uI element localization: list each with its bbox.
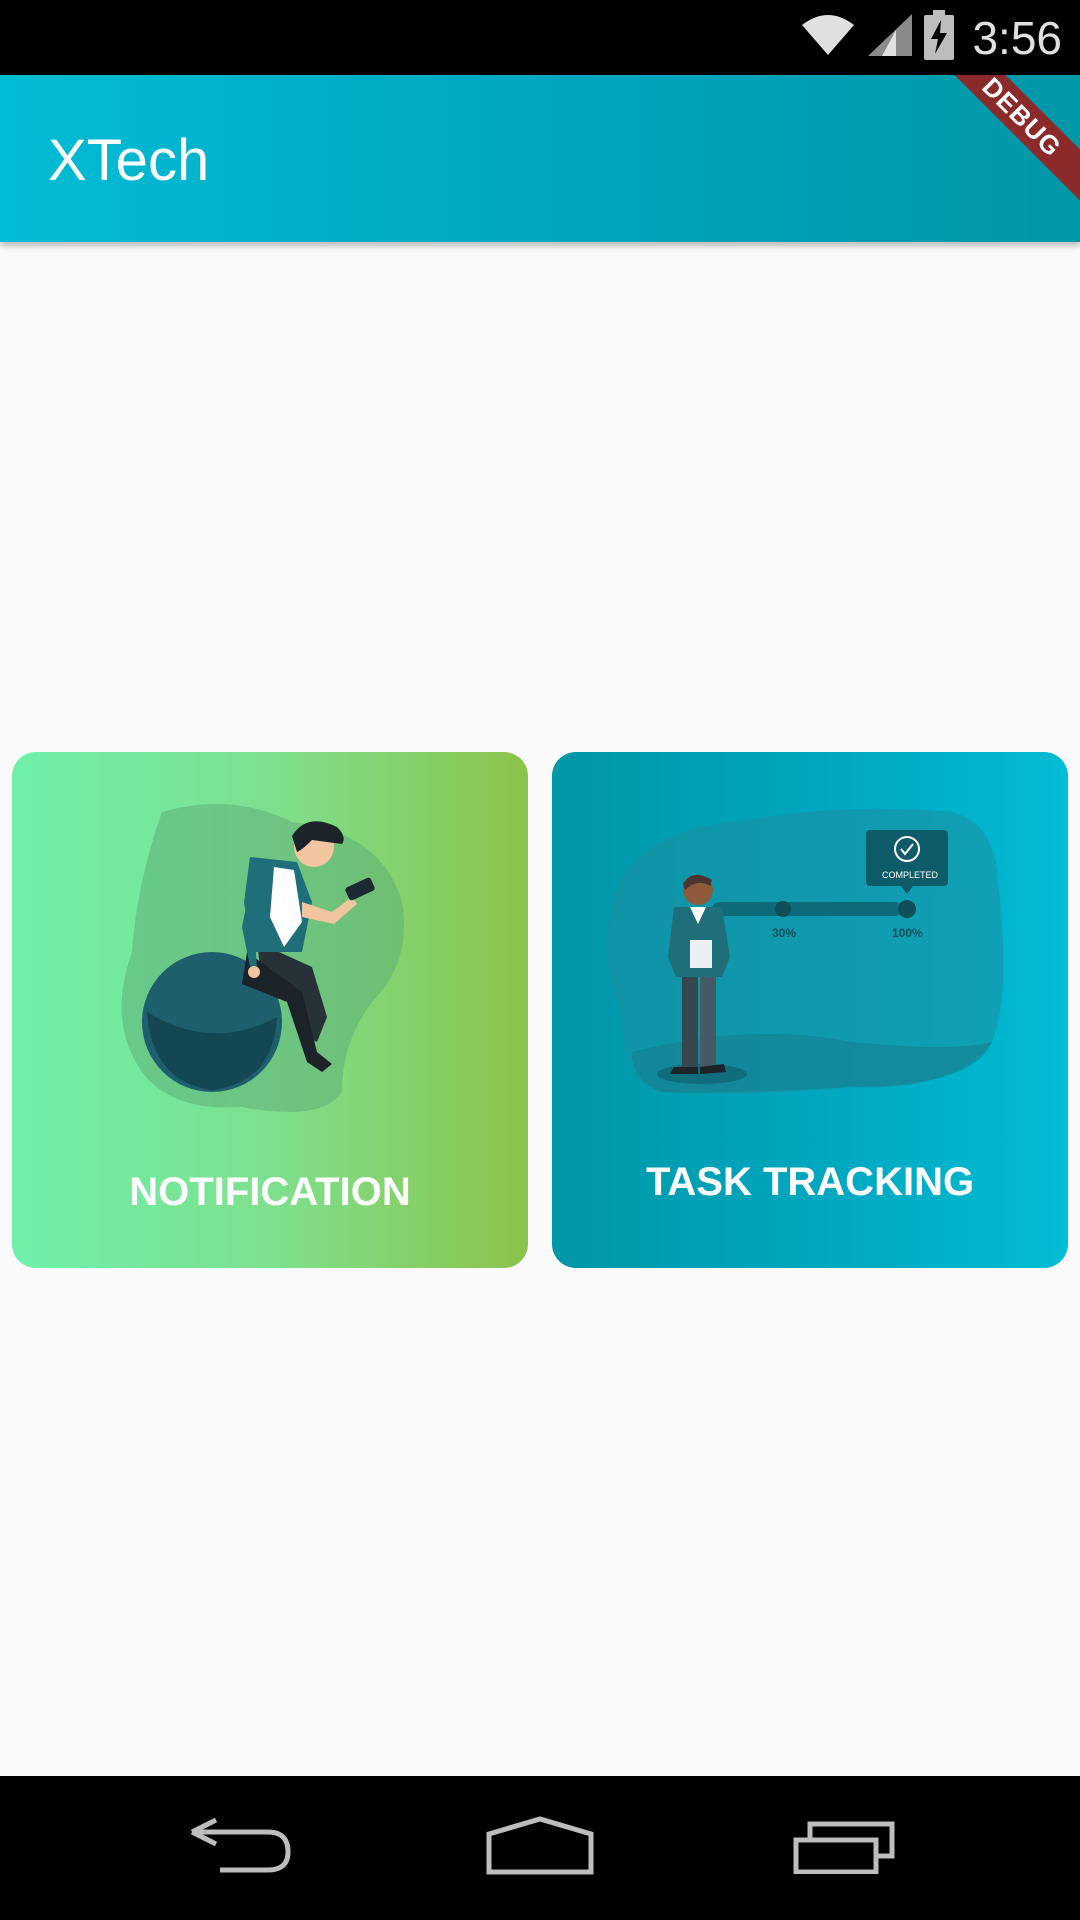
task-tracking-card[interactable]: 30% 100% COMPLETED TASK TRACKING <box>552 752 1068 1268</box>
progress-label-30: 30% <box>772 926 796 940</box>
recents-icon <box>792 1818 896 1879</box>
home-icon <box>485 1815 595 1881</box>
notification-label: NOTIFICATION <box>129 1170 411 1214</box>
task-tracking-label: TASK TRACKING <box>645 1160 975 1204</box>
battery-charging-icon <box>924 10 955 65</box>
cell-signal-icon <box>866 12 914 63</box>
status-icons: 3:56 <box>800 0 1062 75</box>
app-title: XTech <box>48 128 210 193</box>
back-button[interactable] <box>180 1806 300 1890</box>
back-icon <box>188 1817 292 1879</box>
status-bar: 3:56 <box>0 0 1080 75</box>
wifi-icon <box>800 13 856 62</box>
app-bar: XTech DEBUG <box>0 75 1080 242</box>
navigation-bar <box>0 1776 1080 1920</box>
notification-card[interactable]: NOTIFICATION <box>12 752 528 1268</box>
status-time: 3:56 <box>972 11 1062 64</box>
notification-illustration <box>121 804 404 1112</box>
completed-badge: COMPLETED <box>882 870 939 880</box>
recents-button[interactable] <box>784 1806 904 1890</box>
task-tracking-illustration: 30% 100% COMPLETED <box>606 808 1004 1094</box>
debug-banner: DEBUG <box>924 75 1080 215</box>
progress-label-100: 100% <box>892 926 923 940</box>
home-button[interactable] <box>480 1806 600 1890</box>
